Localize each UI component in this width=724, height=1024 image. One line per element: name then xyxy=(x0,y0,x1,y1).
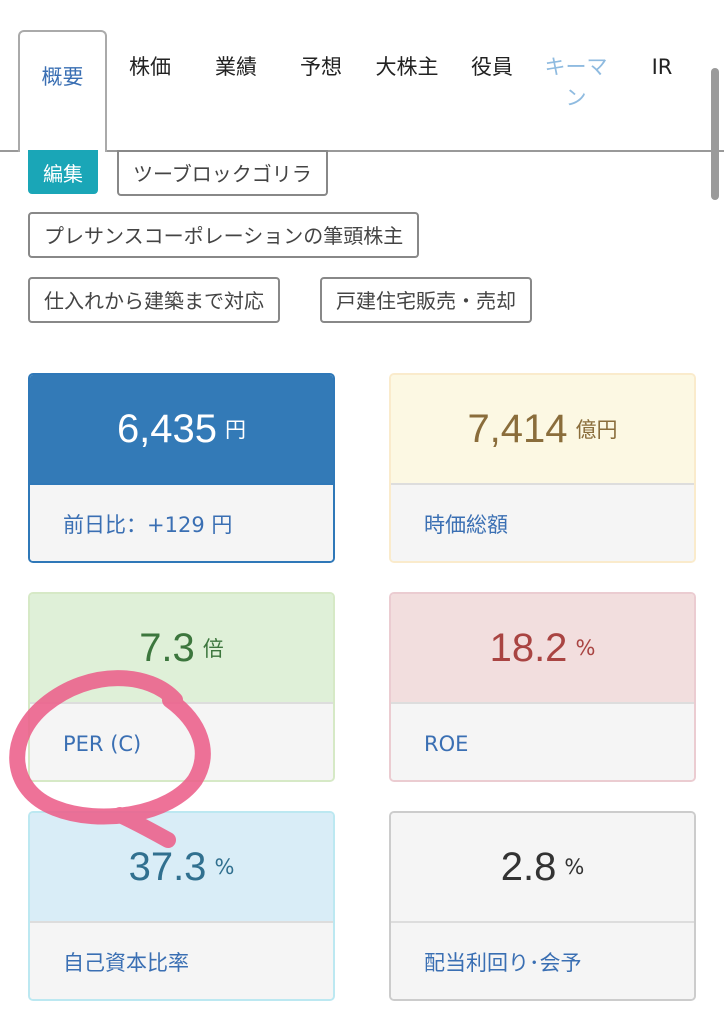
roe-label: ROE xyxy=(391,702,694,780)
per-label: PER (C) xyxy=(30,702,333,780)
tab-major-shareholders[interactable]: 大株主 xyxy=(368,52,446,83)
tag-theme[interactable]: 戸建住宅販売・売却 xyxy=(320,277,532,323)
roe-value-area: 18.2 % xyxy=(391,594,694,702)
equity-ratio-value: 37.3 xyxy=(128,844,207,889)
tab-overview[interactable]: 概要 xyxy=(18,30,107,152)
stock-price-card[interactable]: 6,435 円 前日比：+129 円 xyxy=(28,373,335,563)
scrollbar[interactable] xyxy=(711,68,719,200)
per-value: 7.3 xyxy=(139,625,195,670)
dividend-yield-unit: % xyxy=(564,855,585,879)
price-change-label: 前日比：+129 円 xyxy=(30,483,333,561)
market-cap-value: 7,414 xyxy=(467,406,568,451)
per-unit: 倍 xyxy=(202,637,224,661)
equity-ratio-label: 自己資本比率 xyxy=(30,921,333,999)
tab-forecast[interactable]: 予想 xyxy=(291,52,351,83)
tag-theme[interactable]: ツーブロックゴリラ xyxy=(117,150,328,196)
dividend-yield-value: 2.8 xyxy=(500,844,557,889)
roe-card[interactable]: 18.2 % ROE xyxy=(389,592,696,782)
per-value-area: 7.3 倍 xyxy=(30,594,333,702)
tag-theme[interactable]: 仕入れから建築まで対応 xyxy=(28,277,280,323)
dividend-yield-value-area: 2.8 % xyxy=(391,813,694,921)
market-cap-card[interactable]: 7,414 億円 時価総額 xyxy=(389,373,696,563)
tag-theme[interactable]: プレサンスコーポレーションの筆頭株主 xyxy=(28,212,420,258)
dividend-yield-card[interactable]: 2.8 % 配当利回り･会予 xyxy=(389,811,696,1001)
market-cap-label: 時価総額 xyxy=(391,483,694,561)
dividend-yield-label: 配当利回り･会予 xyxy=(391,921,694,999)
equity-ratio-value-area: 37.3 % xyxy=(30,813,333,921)
edit-button[interactable]: 編集 xyxy=(28,150,98,194)
equity-ratio-card[interactable]: 37.3 % 自己資本比率 xyxy=(28,811,335,1001)
stock-price-unit: 円 xyxy=(225,418,247,442)
tab-ir[interactable]: IR xyxy=(640,52,684,83)
stock-price-value-area: 6,435 円 xyxy=(30,375,333,483)
roe-unit: % xyxy=(575,636,596,660)
roe-value: 18.2 xyxy=(489,625,568,670)
equity-ratio-unit: % xyxy=(214,855,235,879)
tab-bar: 概要 株価 業績 予想 大株主 役員 キーマン IR xyxy=(0,0,724,152)
per-card[interactable]: 7.3 倍 PER (C) xyxy=(28,592,335,782)
tab-earnings[interactable]: 業績 xyxy=(206,52,266,83)
stock-price-value: 6,435 xyxy=(116,406,218,451)
tab-officers[interactable]: 役員 xyxy=(462,52,522,83)
market-cap-unit: 億円 xyxy=(575,418,618,442)
market-cap-value-area: 7,414 億円 xyxy=(391,375,694,483)
tab-keyman[interactable]: キーマン xyxy=(540,52,612,114)
tab-stock-price[interactable]: 株価 xyxy=(120,52,180,83)
